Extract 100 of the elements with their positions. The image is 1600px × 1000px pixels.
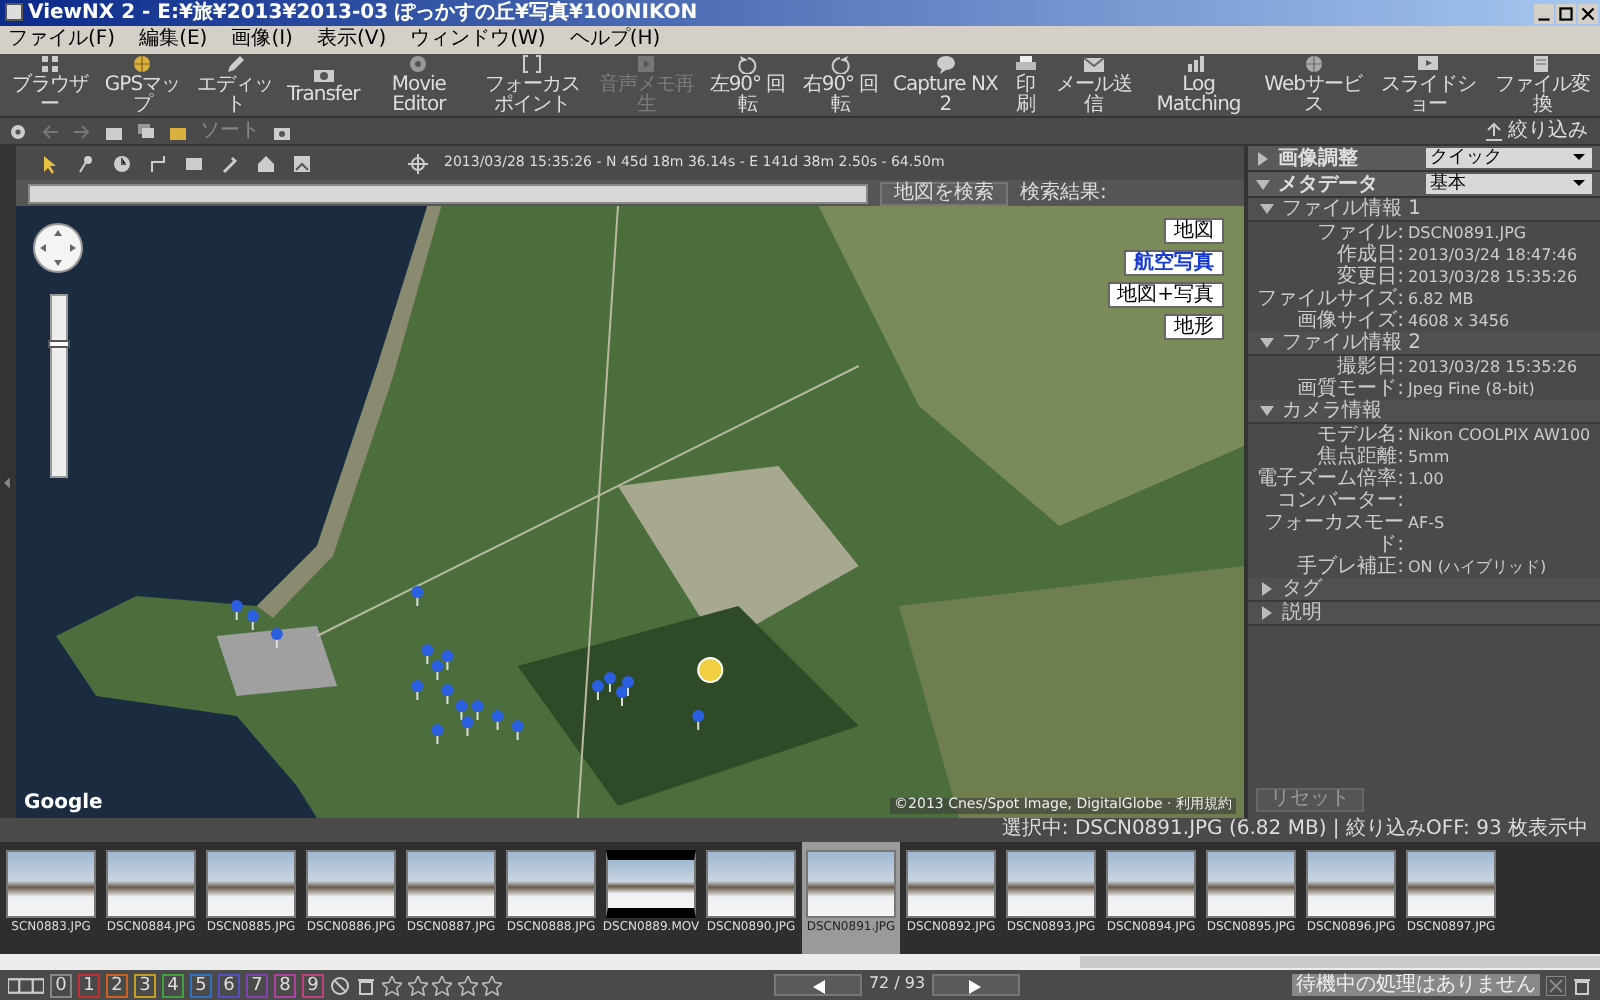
color-label[interactable]: 8	[274, 973, 296, 997]
map-type-button[interactable]: 地図+写真	[1107, 282, 1224, 308]
clock-icon[interactable]	[112, 153, 132, 173]
toolbar-button[interactable]: Webサービス	[1258, 52, 1369, 118]
map-pin-icon[interactable]	[621, 676, 634, 697]
expanded-arrow-icon[interactable]	[1260, 404, 1274, 418]
toolbar-button[interactable]: Log Matching	[1141, 52, 1257, 118]
house-icon[interactable]	[256, 153, 276, 173]
toolbar-button[interactable]: メール送信	[1047, 52, 1140, 118]
map-pin-icon[interactable]	[246, 610, 259, 631]
map-pin-icon[interactable]	[421, 644, 434, 665]
panel-heading[interactable]: 画像調整	[1278, 147, 1418, 169]
map-type-button[interactable]: 地形	[1164, 314, 1224, 340]
previous-button[interactable]	[774, 974, 863, 996]
menu-item[interactable]: 表示(V)	[316, 26, 387, 54]
toolbar-button[interactable]: GPSマップ	[97, 52, 188, 118]
map-pin-icon[interactable]	[411, 586, 424, 607]
trash-icon[interactable]	[1572, 975, 1593, 995]
no-entry-icon[interactable]	[330, 975, 350, 995]
toolbar-button[interactable]: 右90° 回転	[795, 52, 887, 118]
map-search-button[interactable]: 地図を検索	[880, 181, 1008, 205]
pointer-icon[interactable]	[40, 153, 60, 173]
toolbar-button[interactable]: エディット	[189, 52, 281, 118]
menu-item[interactable]: ファイル(F)	[8, 26, 116, 54]
map-pin-icon[interactable]	[471, 700, 484, 721]
color-label[interactable]: 6	[218, 973, 240, 997]
panel-icon[interactable]	[184, 153, 204, 173]
star-rating[interactable]	[382, 975, 502, 995]
star-icon[interactable]	[407, 975, 427, 995]
color-label[interactable]: 1	[78, 973, 100, 997]
satellite-map-drawing[interactable]	[16, 206, 1244, 818]
map-pin-icon[interactable]	[230, 600, 243, 621]
cancel-icon[interactable]	[1546, 975, 1567, 995]
view-mode-icon[interactable]	[8, 975, 44, 995]
color-label[interactable]: 7	[246, 973, 268, 997]
toolbar-button[interactable]: スライドショー	[1370, 52, 1487, 118]
pan-control-icon[interactable]	[32, 222, 84, 274]
photo-thumbnail	[6, 850, 96, 918]
toolbar-button[interactable]: Capture NX 2	[888, 52, 1003, 118]
menu-item[interactable]: ウィンドウ(W)	[410, 26, 546, 54]
star-icon[interactable]	[482, 975, 502, 995]
expanded-arrow-icon[interactable]	[1260, 336, 1274, 350]
color-label[interactable]: 9	[302, 973, 324, 997]
toolbar-button[interactable]: ファイル変換	[1488, 52, 1597, 118]
toolbar-button[interactable]: フォーカスポイント	[474, 52, 591, 118]
map-pin-icon[interactable]	[491, 710, 504, 731]
preset-dropdown[interactable]: 基本	[1426, 174, 1592, 194]
restore-icon[interactable]	[1556, 3, 1576, 23]
toolbar-button[interactable]: 印刷	[1004, 52, 1046, 118]
route-icon[interactable]	[148, 153, 168, 173]
color-label[interactable]: 4	[162, 973, 184, 997]
minimize-icon[interactable]	[1534, 3, 1554, 23]
toolbar-button[interactable]: Transfer	[283, 62, 364, 108]
map-pin-icon[interactable]	[591, 680, 604, 701]
map-pin-icon[interactable]	[603, 672, 616, 693]
map-pin-icon[interactable]	[411, 680, 424, 701]
collapsed-arrow-icon[interactable]	[1260, 582, 1274, 596]
scrollbar-thumb[interactable]	[1080, 956, 1600, 968]
map-type-button[interactable]: 航空写真	[1124, 250, 1224, 276]
map-pin-icon[interactable]	[431, 660, 444, 681]
menu-item[interactable]: ヘルプ(H)	[569, 26, 661, 54]
map-pin-icon[interactable]	[441, 684, 454, 705]
pin-icon[interactable]	[76, 153, 96, 173]
toolbar-button[interactable]: 左90° 回転	[702, 52, 794, 118]
filter-button[interactable]: 絞り込み	[1479, 119, 1592, 143]
map-pin-icon[interactable]	[431, 724, 444, 745]
map-pin-icon[interactable]	[461, 716, 474, 737]
map-type-button[interactable]: 地図	[1164, 218, 1224, 244]
zoom-slider[interactable]	[50, 294, 68, 478]
expanded-arrow-icon[interactable]	[1256, 177, 1270, 191]
zoom-slider-thumb[interactable]	[48, 339, 70, 347]
field-label: コンバーター:	[1275, 490, 1404, 512]
star-icon[interactable]	[382, 975, 402, 995]
collapsed-arrow-icon[interactable]	[1260, 606, 1274, 620]
panel-heading[interactable]: メタデータ	[1278, 173, 1418, 195]
menu-item[interactable]: 画像(I)	[231, 26, 293, 54]
horizontal-scrollbar[interactable]	[0, 954, 1600, 970]
trash-icon[interactable]	[356, 975, 376, 995]
menu-item[interactable]: 編集(E)	[139, 26, 208, 54]
color-label[interactable]: 5	[190, 973, 212, 997]
section-heading[interactable]: タグ	[1282, 578, 1322, 600]
section-heading[interactable]: 説明	[1282, 602, 1322, 624]
map-pin-icon[interactable]	[692, 710, 705, 731]
search-field[interactable]	[28, 183, 868, 203]
star-icon[interactable]	[432, 975, 452, 995]
collapsed-arrow-icon[interactable]	[1256, 151, 1270, 165]
color-label[interactable]: 2	[106, 973, 128, 997]
color-label[interactable]: 0	[50, 973, 72, 997]
star-icon[interactable]	[457, 975, 477, 995]
preset-dropdown[interactable]: クイック	[1426, 148, 1592, 168]
close-icon[interactable]	[1578, 3, 1598, 23]
toolbar-button[interactable]: ブラウザー	[4, 52, 96, 118]
map-pin-icon[interactable]	[511, 720, 524, 741]
map-pin-icon[interactable]	[441, 650, 454, 671]
expanded-arrow-icon[interactable]	[1260, 202, 1274, 216]
next-button[interactable]	[931, 974, 1020, 996]
map-pin-icon[interactable]	[615, 686, 628, 707]
image-icon[interactable]	[292, 153, 312, 173]
toolbar-button[interactable]: Movie Editor	[365, 52, 473, 118]
color-label[interactable]: 3	[134, 973, 156, 997]
